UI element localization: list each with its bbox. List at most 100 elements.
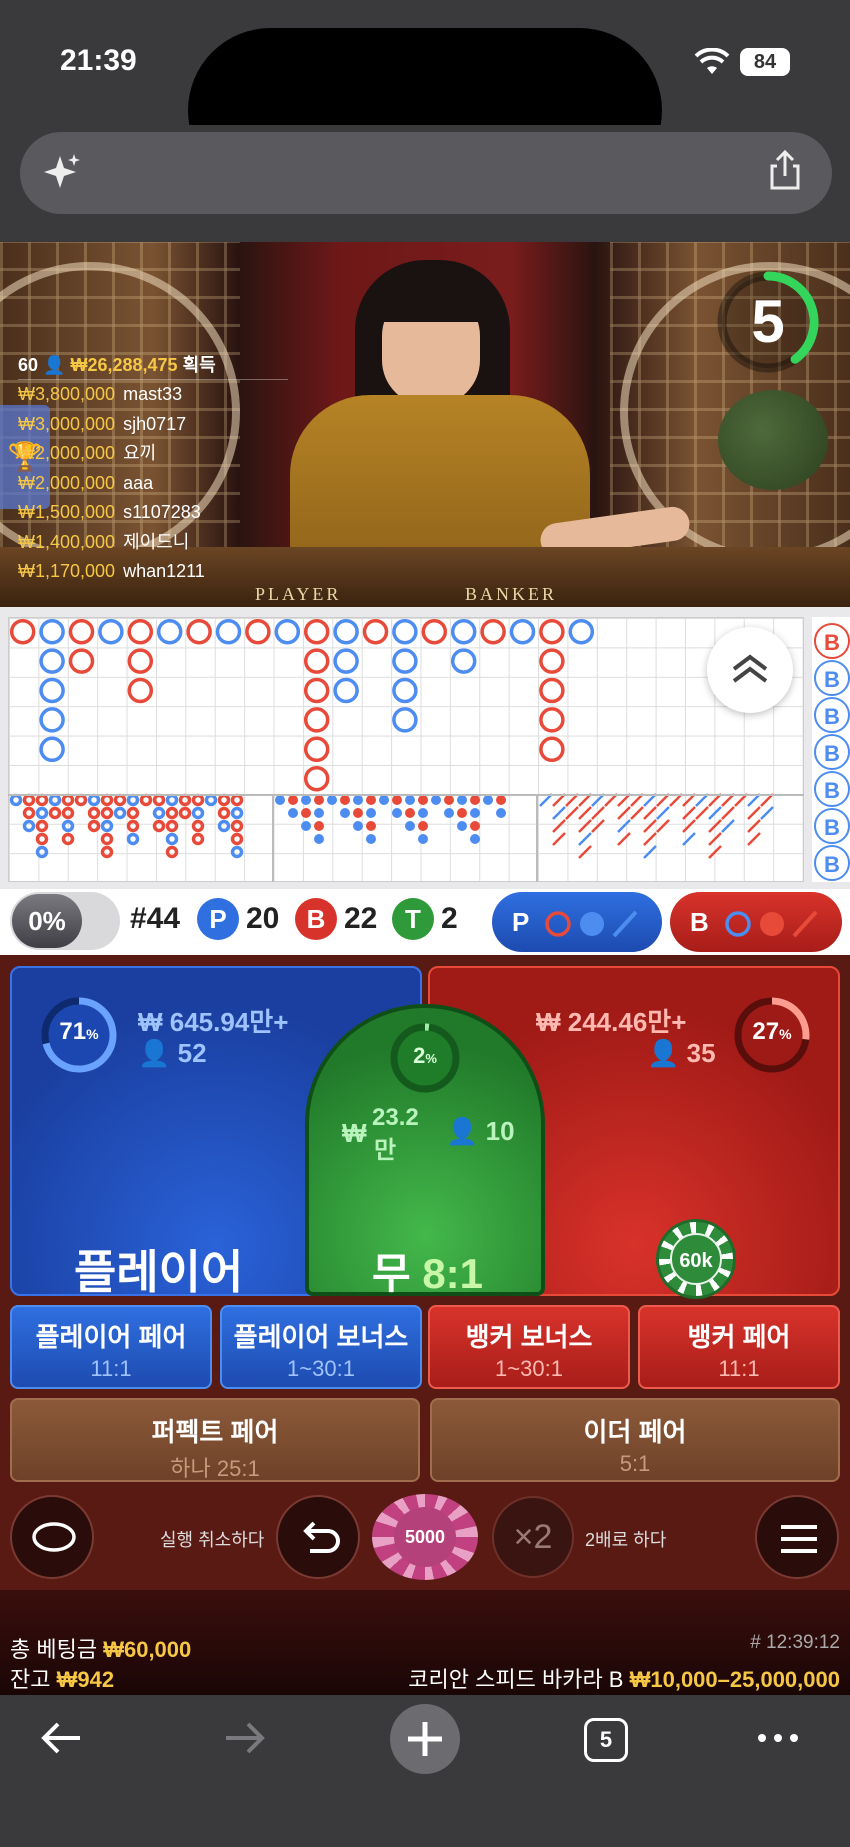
banker-predict-label: B: [690, 907, 709, 937]
placed-chip-value: 60k: [670, 1233, 722, 1285]
more-icon[interactable]: [748, 1708, 808, 1768]
winner-name: whan1211: [123, 561, 205, 581]
winner-name: 요끼: [123, 443, 157, 463]
winner-amount: ₩2,000,000: [18, 472, 116, 493]
round-id: # 12:39:12: [750, 1632, 840, 1653]
winner-row: ₩1,400,000 제이드니: [18, 528, 288, 558]
player-percent: 71%: [59, 1018, 99, 1045]
player-bettors: 👤 52: [138, 1038, 207, 1068]
winner-name: mast33: [123, 384, 183, 404]
undo-button[interactable]: [276, 1495, 360, 1579]
predict-symbols-icon: [545, 910, 638, 938]
undo-label: 실행 취소하다: [160, 1530, 265, 1550]
banker-percent: 27%: [752, 1018, 792, 1045]
player-predict-button[interactable]: P: [492, 892, 662, 952]
side-road-mark: B: [814, 808, 850, 844]
either-pair-bet[interactable]: 이더 페어 5:1: [430, 1398, 840, 1482]
winner-name: sjh0717: [123, 413, 187, 434]
back-arrow-icon[interactable]: [32, 1708, 92, 1768]
player-pool: ₩ 645.94만+: [138, 1007, 289, 1037]
player-bonus-bet[interactable]: 플레이어 보너스 1~30:1: [220, 1305, 422, 1389]
plus-icon: [408, 1722, 442, 1756]
side-road-mark: B: [814, 660, 850, 696]
table-info: 코리안 스피드 바카라 B ₩10,000–25,000,000: [408, 1667, 840, 1692]
tie-count: 2: [441, 902, 458, 935]
undo-icon: [303, 1521, 340, 1553]
player-predict-label: P: [512, 907, 529, 937]
total-bet: 총 베팅금 ₩60,000: [10, 1637, 192, 1662]
double-button[interactable]: ×2: [492, 1496, 574, 1578]
shoe-number: #44: [130, 902, 181, 935]
hamburger-icon: [781, 1525, 817, 1553]
tie-pool-value: 23.2: [372, 1104, 419, 1131]
road-divider: [272, 794, 274, 882]
side-road-mark: B: [814, 771, 850, 807]
person-icon: 👤: [647, 1038, 680, 1068]
chevron-up-icon: [732, 654, 768, 683]
address-bar[interactable]: [20, 132, 832, 214]
winners-total: ₩26,288,475: [70, 355, 178, 375]
winner-amount: ₩3,000,000: [18, 413, 116, 434]
menu-button[interactable]: [755, 1495, 839, 1579]
banker-pair-bet[interactable]: 뱅커 페어 11:1: [638, 1305, 840, 1389]
banker-pool: ₩ 244.46만+: [536, 1007, 687, 1037]
winner-row: ₩2,000,000 요끼: [18, 439, 288, 469]
winner-name: s1107283: [123, 502, 201, 522]
collapse-roads-button[interactable]: [707, 627, 793, 713]
winners-count: 60: [18, 355, 39, 375]
chat-button[interactable]: [10, 1495, 94, 1579]
winners-list: 60 👤 ₩26,288,475 획득 ₩3,800,000 mast33 ₩3,0…: [18, 350, 288, 587]
dealer-bangs: [372, 270, 490, 322]
battery-indicator: 84: [740, 48, 790, 76]
banker-bettors: 👤 35: [647, 1038, 716, 1068]
chat-bubble-icon: [32, 1522, 76, 1552]
double-label: 2배로 하다: [585, 1530, 667, 1550]
percent-toggle-knob[interactable]: 0%: [12, 894, 82, 948]
winner-row: ₩1,500,000 s1107283: [18, 498, 288, 528]
tabs-button[interactable]: 5: [584, 1718, 628, 1762]
banker-predict-button[interactable]: B: [670, 892, 842, 952]
side-road-mark: B: [814, 734, 850, 770]
balance: 잔고 ₩942: [10, 1667, 115, 1692]
tie-pool-unit: 만: [374, 1137, 397, 1164]
tie-percent: 2%: [413, 1043, 437, 1068]
person-icon: 👤: [446, 1116, 479, 1146]
app-screen: 21:39 84 PLAYER BANKER 5 🏆 60 👤 ₩26,288,…: [0, 0, 850, 1847]
banker-bonus-bet[interactable]: 뱅커 보너스 1~30:1: [428, 1305, 630, 1389]
winner-row: ₩3,000,000 sjh0717: [18, 410, 288, 440]
felt-banker-label: BANKER: [465, 584, 558, 604]
road-divider: [8, 794, 804, 796]
player-bet-label: 플레이어: [74, 1246, 244, 1298]
new-tab-button[interactable]: [390, 1704, 460, 1774]
side-road-mark: B: [814, 697, 850, 733]
winner-row: ₩3,800,000 mast33: [18, 380, 288, 410]
person-icon: 👤: [43, 355, 66, 375]
bonsai-decor: [718, 390, 828, 490]
person-icon: 👤: [138, 1038, 171, 1068]
share-icon[interactable]: [762, 148, 808, 194]
tie-bet-label: 무 8:1: [372, 1250, 484, 1297]
winner-amount: ₩3,800,000: [18, 384, 116, 404]
sparkle-icon[interactable]: [40, 150, 84, 194]
tie-bettors: 👤 10: [446, 1116, 515, 1146]
winner-amount: ₩2,000,000: [18, 443, 116, 463]
winner-row: ₩1,170,000 whan1211: [18, 557, 288, 587]
player-count: 20: [246, 902, 280, 935]
winner-name: 제이드니: [123, 531, 190, 552]
big-road: [8, 617, 804, 882]
forward-arrow-icon[interactable]: [214, 1708, 274, 1768]
selected-chip-value: 5000: [394, 1507, 456, 1567]
banker-badge: B: [295, 898, 337, 940]
tie-pool-currency: ₩: [342, 1118, 367, 1148]
winner-name: aaa: [123, 472, 154, 493]
banker-count: 22: [344, 902, 378, 935]
felt-player-label: PLAYER: [255, 584, 342, 604]
wifi-icon: [694, 48, 730, 74]
countdown-number: 5: [751, 288, 785, 355]
player-pair-bet[interactable]: 플레이어 페어 11:1: [10, 1305, 212, 1389]
winner-amount: ₩1,400,000: [18, 531, 116, 552]
winners-suffix: 획득: [182, 355, 216, 375]
perfect-pair-bet[interactable]: 퍼펙트 페어 하나 25:1: [10, 1398, 420, 1482]
winner-row: ₩2,000,000 aaa: [18, 469, 288, 499]
side-road-mark: B: [814, 623, 850, 659]
